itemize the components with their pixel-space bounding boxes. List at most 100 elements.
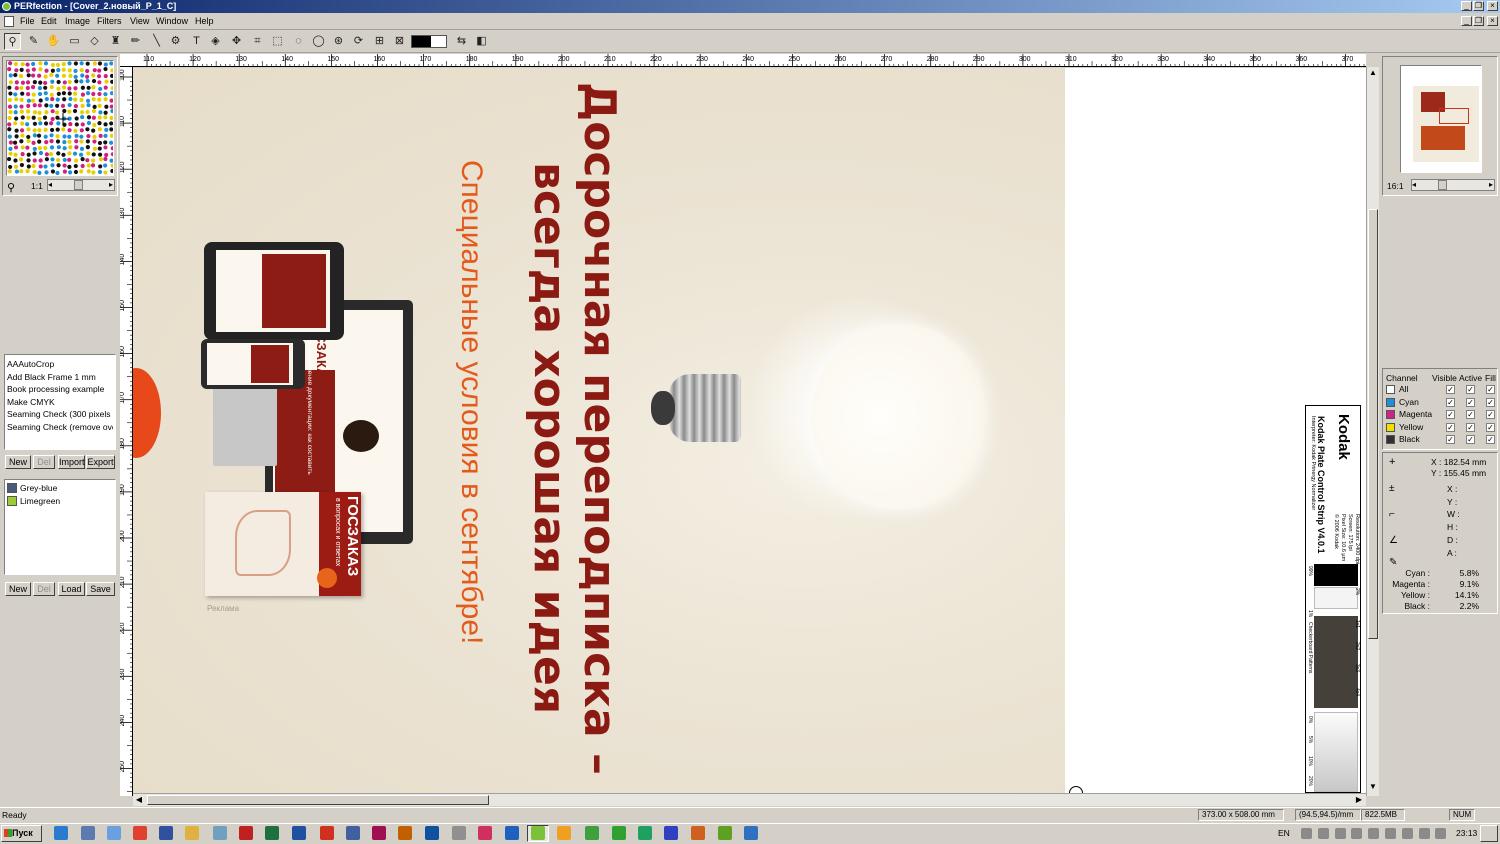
preview-slider-thumb[interactable] [1438, 180, 1447, 190]
channel-active-checkbox[interactable]: ✓ [1466, 397, 1475, 407]
swap-colors-icon[interactable]: ⇆ [453, 33, 470, 50]
restore-button[interactable]: ❐ [1473, 1, 1484, 11]
manager-taskbar-icon[interactable] [346, 826, 360, 840]
line-tool-icon[interactable]: ╲ [148, 33, 165, 50]
tool1-taskbar-icon[interactable] [585, 826, 599, 840]
network-tray-icon[interactable] [1351, 828, 1363, 839]
move-tool-icon[interactable]: ✥ [228, 33, 245, 50]
acrobat-taskbar-icon[interactable] [239, 826, 253, 840]
channel-visible-checkbox[interactable]: ✓ [1446, 397, 1455, 407]
default-colors-icon[interactable]: ◧ [473, 33, 490, 50]
menu-image[interactable]: Image [65, 16, 90, 27]
scroll-down-icon[interactable]: ▼ [1367, 781, 1379, 793]
menu-view[interactable]: View [130, 16, 149, 27]
action-import-button[interactable]: Import [58, 455, 85, 469]
action-item[interactable]: AAAutoCrop [7, 358, 113, 371]
ellipse-select-tool-icon[interactable]: ◌ [290, 33, 307, 50]
channel-visible-checkbox[interactable]: ✓ [1446, 385, 1455, 394]
pencil-tool-icon[interactable]: ✏ [127, 33, 144, 50]
word-taskbar-icon[interactable] [292, 826, 306, 840]
shield-tray-icon[interactable] [1368, 828, 1380, 839]
channel-visible-checkbox[interactable]: ✓ [1446, 410, 1455, 420]
tool3-taskbar-icon[interactable] [638, 826, 652, 840]
action-item[interactable]: Add Black Frame 1 mm [7, 371, 113, 384]
save-taskbar-icon[interactable] [159, 826, 173, 840]
scroll-left-icon[interactable]: ◀ [133, 794, 145, 806]
actions-list[interactable]: AAAutoCrop Add Black Frame 1 mm Book proce… [4, 354, 116, 450]
channel-active-checkbox[interactable]: ✓ [1466, 385, 1475, 394]
navigator-preview[interactable] [6, 60, 114, 176]
rotate-select-tool-icon[interactable]: ⟳ [350, 33, 367, 50]
files-taskbar-icon[interactable] [213, 826, 227, 840]
document-canvas[interactable]: Досрочная переподписка – всегда хорошая … [133, 68, 1366, 793]
slider-right-arrow-icon[interactable]: ▸ [109, 180, 113, 190]
sun-taskbar-icon[interactable] [557, 826, 571, 840]
color-load-button[interactable]: Load [58, 582, 85, 596]
slider-left-arrow-icon[interactable]: ◂ [48, 180, 52, 190]
network-taskbar-icon[interactable] [81, 826, 95, 840]
img-taskbar-icon[interactable] [691, 826, 705, 840]
menu-filters[interactable]: Filters [97, 16, 122, 27]
indesign-taskbar-icon[interactable] [372, 826, 386, 840]
media-taskbar-icon[interactable] [478, 826, 492, 840]
channel-fill-checkbox[interactable]: ✓ [1486, 422, 1495, 432]
channel-fill-checkbox[interactable]: ✓ [1486, 385, 1495, 394]
colors-list[interactable]: Grey-blue Limegreen [4, 479, 116, 575]
menu-window[interactable]: Window [156, 16, 188, 27]
background-color-swatch[interactable] [431, 36, 446, 47]
scroll-right-icon[interactable]: ▶ [1353, 794, 1365, 806]
menu-edit[interactable]: Edit [41, 16, 57, 27]
excel-taskbar-icon[interactable] [265, 826, 279, 840]
pi-taskbar-icon[interactable] [664, 826, 678, 840]
vertical-scrollbar[interactable]: ▲ ▼ [1366, 67, 1379, 796]
illustrator-taskbar-icon[interactable] [398, 826, 412, 840]
update-tray-icon[interactable] [1317, 828, 1329, 839]
hand-tool-icon[interactable]: ✋ [45, 33, 62, 50]
channel-visible-checkbox[interactable]: ✓ [1446, 422, 1455, 432]
frame-select-tool-icon[interactable]: ⊞ [371, 33, 388, 50]
horizontal-scroll-thumb[interactable] [147, 795, 489, 805]
lasso-tool-icon[interactable]: ◯ [310, 33, 327, 50]
perfection-taskbar-icon[interactable] [531, 826, 545, 840]
page-preview-thumb[interactable] [1400, 65, 1482, 173]
doc-restore-button[interactable]: ❐ [1473, 16, 1484, 26]
action-item[interactable]: Book processing example [7, 383, 113, 396]
action-item[interactable]: Seaming Check (300 pixels o [7, 408, 113, 421]
color-save-button[interactable]: Save [86, 582, 115, 596]
display-tray-icon[interactable] [1301, 828, 1312, 839]
eyedropper-tool-icon[interactable]: ✎ [25, 33, 42, 50]
explorer-taskbar-icon[interactable] [107, 826, 121, 840]
start-button[interactable]: Пуск [1, 825, 42, 842]
flag-tray-icon[interactable] [1401, 828, 1413, 839]
close-button[interactable]: × [1487, 1, 1498, 11]
vertical-scroll-thumb[interactable] [1368, 209, 1378, 639]
language-indicator[interactable]: EN [1278, 828, 1290, 838]
menu-help[interactable]: Help [195, 16, 214, 27]
eraser-tool-icon[interactable]: ◇ [86, 33, 103, 50]
tool2-taskbar-icon[interactable] [612, 826, 626, 840]
slider-thumb[interactable] [74, 180, 83, 190]
sound-tray-icon[interactable] [1385, 828, 1396, 839]
stamp-tool-icon[interactable]: ♜ [107, 33, 124, 50]
color-list-item[interactable]: Limegreen [7, 495, 113, 508]
color-del-button[interactable]: Del [33, 582, 55, 596]
horizontal-scrollbar[interactable]: ◀ ▶ [133, 793, 1366, 806]
text-tool-icon[interactable]: T [188, 33, 205, 50]
preview-slider-right-icon[interactable]: ▸ [1489, 180, 1493, 190]
show-desktop-button[interactable] [1480, 825, 1498, 842]
doc-minimize-button[interactable]: _ [1461, 16, 1472, 26]
action-item[interactable]: Seaming Check (remove ove [7, 421, 113, 434]
app-taskbar-icon[interactable] [505, 826, 519, 840]
battery-tray-icon[interactable] [1435, 828, 1447, 839]
measure-tool-icon[interactable]: ▭ [66, 33, 83, 50]
folder-taskbar-icon[interactable] [185, 826, 199, 840]
border-select-tool-icon[interactable]: ⊠ [391, 33, 408, 50]
window-taskbar-icon[interactable] [744, 826, 758, 840]
menu-file[interactable]: File [20, 16, 35, 27]
preview-view-rect[interactable] [1439, 108, 1469, 124]
color-new-button[interactable]: New [5, 582, 31, 596]
foreground-color-swatch[interactable] [412, 36, 431, 47]
channel-active-checkbox[interactable]: ✓ [1466, 422, 1475, 432]
rect-select-tool-icon[interactable]: ⬚ [269, 33, 286, 50]
crop-tool-icon[interactable]: ⌗ [249, 33, 266, 50]
